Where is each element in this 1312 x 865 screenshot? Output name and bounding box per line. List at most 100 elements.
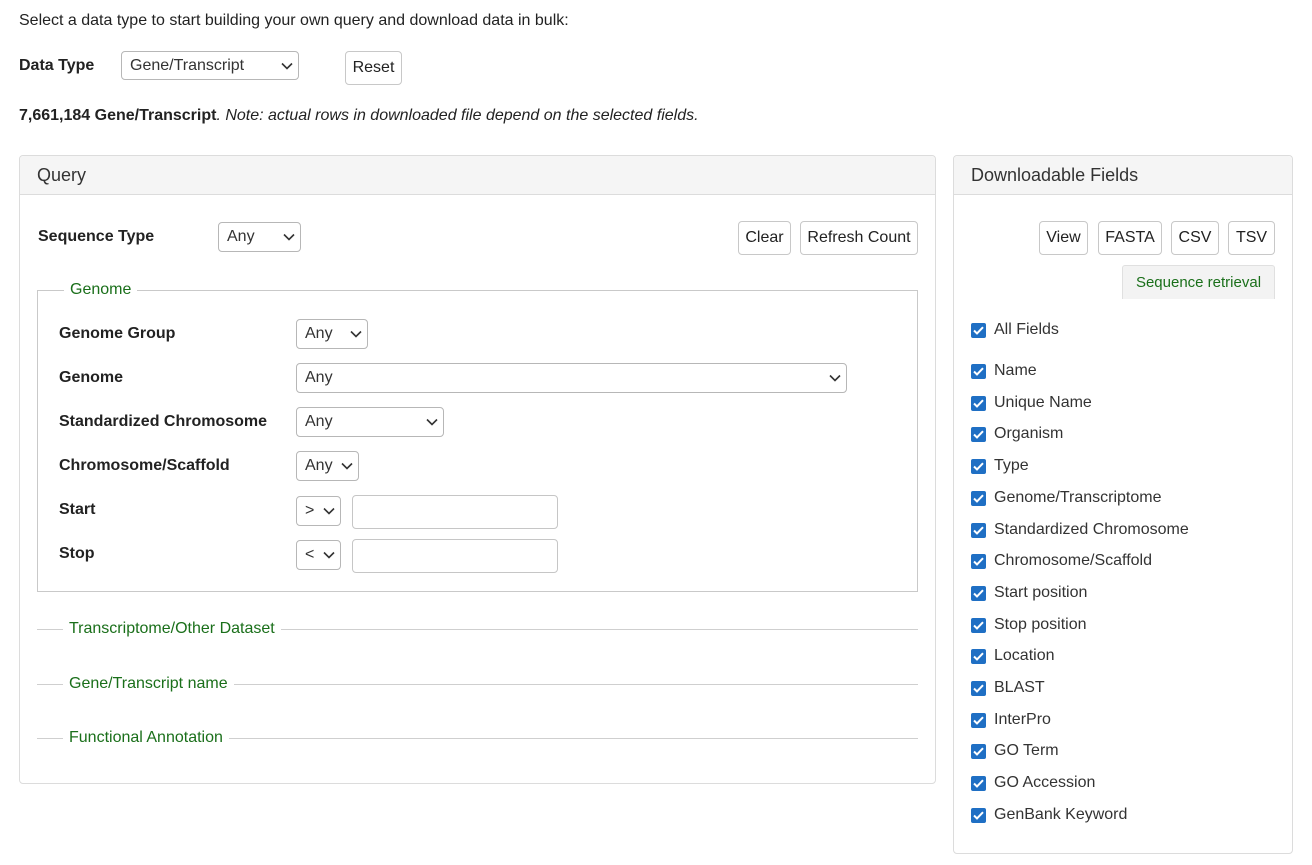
- field-label: Start position: [994, 584, 1088, 601]
- check-icon: [973, 399, 984, 408]
- query-panel-title: Query: [20, 156, 935, 195]
- field-item[interactable]: Location: [971, 647, 1055, 665]
- intro-text: Select a data type to start building you…: [19, 12, 569, 29]
- check-icon: [973, 367, 984, 376]
- field-label: GO Accession: [994, 774, 1096, 791]
- section-functional-annotation[interactable]: Functional Annotation: [63, 729, 229, 747]
- field-item[interactable]: Type: [971, 457, 1029, 475]
- check-icon: [973, 747, 984, 756]
- chromosome-scaffold-select[interactable]: Any: [296, 451, 359, 481]
- chromosome-scaffold-label: Chromosome/Scaffold: [59, 457, 230, 474]
- sequence-type-label: Sequence Type: [38, 228, 155, 245]
- genome-legend: Genome: [64, 281, 138, 299]
- field-label: Organism: [994, 425, 1064, 442]
- check-icon: [973, 557, 984, 566]
- check-icon: [973, 716, 984, 725]
- field-item[interactable]: Chromosome/Scaffold: [971, 552, 1152, 570]
- genome-group-value: Any: [305, 325, 333, 342]
- field-item[interactable]: BLAST: [971, 679, 1045, 697]
- fasta-button[interactable]: FASTA: [1098, 221, 1162, 255]
- checkbox[interactable]: [971, 458, 986, 474]
- section-gene-transcript-name[interactable]: Gene/Transcript name: [63, 675, 234, 693]
- field-item[interactable]: GO Accession: [971, 774, 1095, 792]
- data-type-select[interactable]: Gene/Transcript: [121, 51, 299, 80]
- field-label: Location: [994, 647, 1055, 664]
- field-item[interactable]: GenBank Keyword: [971, 806, 1127, 824]
- check-icon: [973, 526, 984, 535]
- count-note: . Note: actual rows in downloaded file d…: [216, 107, 699, 124]
- standardized-chromosome-select[interactable]: Any: [296, 407, 444, 437]
- field-item[interactable]: Genome/Transcriptome: [971, 489, 1161, 507]
- genome-group-label: Genome Group: [59, 325, 176, 342]
- field-label: Name: [994, 362, 1037, 379]
- start-operator-select[interactable]: >: [296, 496, 341, 526]
- genome-group-select[interactable]: Any: [296, 319, 368, 349]
- chevron-down-icon: [318, 497, 340, 525]
- reset-button[interactable]: Reset: [345, 51, 402, 85]
- field-label: Chromosome/Scaffold: [994, 552, 1152, 569]
- stop-operator-value: <: [305, 546, 315, 563]
- stop-operator-select[interactable]: <: [296, 540, 341, 570]
- chevron-down-icon: [345, 320, 367, 348]
- start-label: Start: [59, 501, 96, 518]
- checkbox[interactable]: [971, 585, 986, 601]
- checkbox[interactable]: [971, 490, 986, 506]
- chromosome-scaffold-value: Any: [305, 457, 333, 474]
- stop-input[interactable]: [352, 539, 558, 573]
- checkbox[interactable]: [971, 648, 986, 664]
- check-icon: [973, 589, 984, 598]
- data-type-value: Gene/Transcript: [130, 56, 245, 74]
- chevron-down-icon: [421, 408, 443, 436]
- genome-select[interactable]: Any: [296, 363, 847, 393]
- start-input[interactable]: [352, 495, 558, 529]
- csv-button[interactable]: CSV: [1171, 221, 1219, 255]
- check-icon: [973, 462, 984, 471]
- chevron-down-icon: [824, 364, 846, 392]
- field-label: GenBank Keyword: [994, 806, 1128, 823]
- chevron-down-icon: [276, 52, 298, 79]
- field-label: Genome/Transcriptome: [994, 489, 1162, 506]
- field-all-fields[interactable]: All Fields: [971, 321, 1059, 339]
- section-transcriptome[interactable]: Transcriptome/Other Dataset: [63, 620, 281, 638]
- field-label: GO Term: [994, 742, 1059, 759]
- clear-button[interactable]: Clear: [738, 221, 791, 255]
- field-label: InterPro: [994, 711, 1051, 728]
- field-label: Standardized Chromosome: [994, 521, 1189, 538]
- field-item[interactable]: InterPro: [971, 711, 1051, 729]
- chevron-down-icon: [278, 223, 300, 251]
- refresh-count-button[interactable]: Refresh Count: [800, 221, 918, 255]
- check-icon: [973, 326, 984, 335]
- checkbox[interactable]: [971, 617, 986, 633]
- check-icon: [973, 430, 984, 439]
- checkbox[interactable]: [971, 712, 986, 728]
- checkbox[interactable]: [971, 680, 986, 696]
- standardized-chromosome-label: Standardized Chromosome: [59, 413, 268, 430]
- checkbox[interactable]: [971, 426, 986, 442]
- checkbox[interactable]: [971, 553, 986, 569]
- field-item[interactable]: Organism: [971, 425, 1063, 443]
- downloadable-fields-title: Downloadable Fields: [954, 156, 1292, 195]
- field-item[interactable]: Name: [971, 362, 1037, 380]
- checkbox[interactable]: [971, 395, 986, 411]
- field-item[interactable]: GO Term: [971, 742, 1059, 760]
- start-operator-value: >: [305, 502, 315, 519]
- check-icon: [973, 652, 984, 661]
- sequence-type-select[interactable]: Any: [218, 222, 301, 252]
- checkbox[interactable]: [971, 775, 986, 791]
- checkbox[interactable]: [971, 522, 986, 538]
- tsv-button[interactable]: TSV: [1228, 221, 1275, 255]
- view-button[interactable]: View: [1039, 221, 1088, 255]
- field-item[interactable]: Unique Name: [971, 394, 1092, 412]
- genome-label: Genome: [59, 369, 124, 386]
- field-label: BLAST: [994, 679, 1045, 696]
- field-item[interactable]: Stop position: [971, 616, 1087, 634]
- field-item[interactable]: Standardized Chromosome: [971, 521, 1189, 539]
- standardized-chromosome-value: Any: [305, 413, 333, 430]
- checkbox[interactable]: [971, 363, 986, 379]
- checkbox[interactable]: [971, 807, 986, 823]
- checkbox[interactable]: [971, 743, 986, 759]
- checkbox[interactable]: [971, 322, 986, 338]
- sequence-retrieval-tab[interactable]: Sequence retrieval: [1122, 265, 1275, 299]
- check-icon: [973, 684, 984, 693]
- field-item[interactable]: Start position: [971, 584, 1087, 602]
